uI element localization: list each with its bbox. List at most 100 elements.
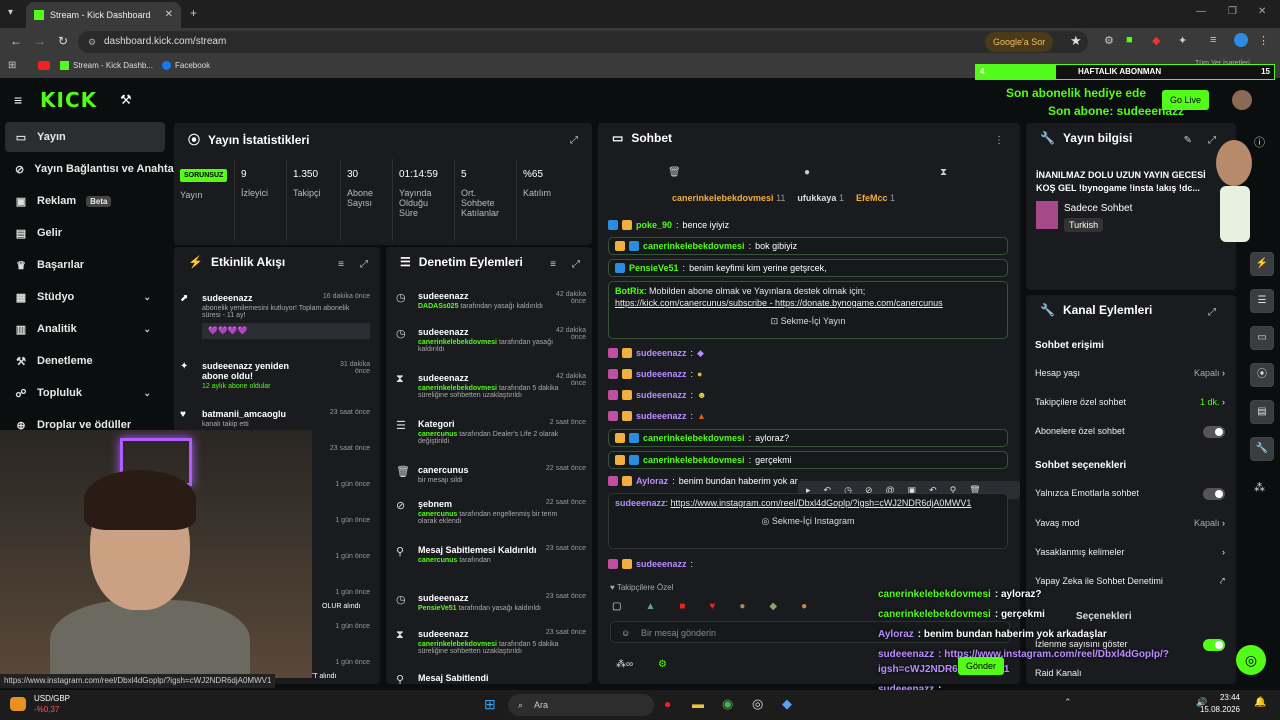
embed-stream-button[interactable]: ⊡ Sekme-İçi Yayın xyxy=(615,316,1001,327)
apps-grid-icon[interactable]: ⊞ xyxy=(8,60,16,71)
chat-bubble-icon[interactable]: ● xyxy=(804,167,810,178)
chat-message[interactable]: sudeeenazz: ◆ xyxy=(608,344,704,362)
taskbar-app-icon[interactable]: ● xyxy=(664,697,671,711)
emote-icon[interactable]: ■ xyxy=(679,601,685,612)
trash-icon[interactable]: 🗑 xyxy=(668,167,681,178)
hamburger-menu-icon[interactable]: ≡ xyxy=(14,92,22,108)
chat-username[interactable]: sudeeenazz xyxy=(636,411,687,421)
kick-logo[interactable]: KICK xyxy=(40,88,97,112)
reading-list-icon[interactable]: ≡ xyxy=(1210,34,1216,46)
chat-message[interactable]: sudeeenazz: ☻ xyxy=(608,386,707,404)
chat-username[interactable]: Ayloraz xyxy=(636,476,668,486)
close-tab-icon[interactable]: ✕ xyxy=(165,9,173,20)
filter-icon[interactable]: ≡ xyxy=(338,259,344,270)
emote-icon[interactable]: ♥ xyxy=(709,601,715,612)
emote-icon[interactable]: ● xyxy=(739,601,745,612)
browser-tab[interactable]: Stream - Kick Dashboard ✕ xyxy=(26,2,181,28)
expand-icon[interactable]: ⤢ xyxy=(1208,307,1216,318)
extensions-puzzle-icon[interactable]: ✦ xyxy=(1178,34,1187,47)
sidebar-item-yayin[interactable]: ▭ Yayın xyxy=(5,122,165,152)
emote-only-toggle[interactable] xyxy=(1203,488,1225,500)
chat-username[interactable]: canerinkelebekdovmesi xyxy=(643,455,745,465)
rail-users-icon[interactable]: ⁂ xyxy=(1254,481,1265,494)
bookmark-facebook[interactable]: Facebook xyxy=(162,61,210,70)
sidebar-item-studyo[interactable]: ▦ Stüdyo ⌄ xyxy=(5,282,165,312)
extension-icon[interactable]: ⚙ xyxy=(1104,34,1114,47)
extension-kick-icon[interactable]: ■ xyxy=(1126,34,1133,46)
chat-message[interactable]: poke_90: bence iyiyiz xyxy=(608,216,729,234)
chat-username[interactable]: poke_90 xyxy=(636,220,672,230)
chat-username[interactable]: PensieVe51 xyxy=(629,263,679,273)
reload-icon[interactable]: ↻ xyxy=(58,34,68,48)
rail-layout-icon[interactable]: ▤ xyxy=(1250,400,1274,424)
taskbar-search[interactable]: ⌕ Ara xyxy=(508,694,654,716)
moderation-actor[interactable]: DADASs025 xyxy=(418,303,458,310)
top-chatter[interactable]: EfeMcc 1 xyxy=(856,193,895,203)
category-name[interactable]: Sadece Sohbet xyxy=(1064,203,1132,214)
rail-chat-icon[interactable]: ▭ xyxy=(1250,326,1274,350)
chat-message[interactable]: sudeeenazz: xyxy=(608,555,693,573)
moderation-actor[interactable]: canercunus xyxy=(418,431,457,438)
moderation-actor[interactable]: PensieVe51 xyxy=(418,605,457,612)
go-live-button[interactable]: Go Live xyxy=(1162,90,1210,110)
top-chatter[interactable]: canerinkelebekdovmesi 11 xyxy=(672,193,785,203)
edit-icon[interactable]: ✎ xyxy=(1184,135,1192,146)
emote-icon[interactable]: ◆ xyxy=(769,601,777,612)
google-sor-button[interactable]: Google'a Sor xyxy=(985,32,1054,52)
file-explorer-icon[interactable]: ▬ xyxy=(692,697,704,711)
emoji-icon[interactable]: ☺ xyxy=(621,622,630,644)
banned-words-row[interactable]: Yasaklanmış kelimeler › xyxy=(1035,547,1225,557)
chat-username[interactable]: canerinkelebekdovmesi xyxy=(643,241,745,251)
chat-username[interactable]: sudeeenazz xyxy=(636,369,687,379)
taskbar-app2-icon[interactable]: ◆ xyxy=(782,696,792,712)
minimize-icon[interactable]: — xyxy=(1196,6,1206,17)
sidebar-item-topluluk[interactable]: ☍ Topluluk ⌄ xyxy=(5,378,165,408)
expand-icon[interactable]: ⤢ xyxy=(570,135,578,146)
window-close-icon[interactable]: ✕ xyxy=(1258,6,1266,17)
slow-mode-row[interactable]: Yavaş mod Kapalı › xyxy=(1035,518,1225,528)
chat-username[interactable]: sudeeenazz xyxy=(636,348,687,358)
pinned-bot-message[interactable]: BotRix: Mobilden abone olmak ve Yayınlar… xyxy=(608,281,1008,339)
chat-links[interactable]: https://kick.com/canercunus/subscribe - … xyxy=(615,298,1001,308)
obs-icon[interactable]: ◎ xyxy=(752,696,763,712)
emote-icon[interactable]: ● xyxy=(801,601,807,612)
chat-link[interactable]: https://www.instagram.com/reel/Dbxl4dGop… xyxy=(671,498,972,508)
weather-icon[interactable] xyxy=(10,697,26,711)
instagram-message[interactable]: sudeeenazz: https://www.instagram.com/re… xyxy=(608,493,1008,549)
notification-icon[interactable]: 🔔 xyxy=(1254,697,1266,708)
filter-icon[interactable]: ≡ xyxy=(550,259,556,270)
info-icon[interactable]: ⓘ xyxy=(1254,134,1265,150)
chat-message[interactable]: canerinkelebekdovmesi: gerçekmi xyxy=(608,451,1008,469)
sidebar-item-denetleme[interactable]: ⚒ Denetleme xyxy=(5,346,165,376)
rail-list-icon[interactable]: ☰ xyxy=(1250,289,1274,313)
followers-only-row[interactable]: Takipçilere özel sohbet 1 dk. › xyxy=(1035,397,1225,407)
chat-username[interactable]: sudeeenazz xyxy=(636,559,687,569)
emote-icon[interactable]: ▢ xyxy=(612,601,621,612)
account-age-row[interactable]: Hesap yaşı Kapalı › xyxy=(1035,368,1225,378)
user-avatar[interactable] xyxy=(1232,90,1252,110)
moderation-actor[interactable]: canercunus xyxy=(418,511,457,518)
chat-message[interactable]: PensieVe51: benim keyfimi kim yerine getş… xyxy=(608,259,1008,277)
sidebar-item-reklam[interactable]: ▣ Reklam Beta xyxy=(5,186,165,216)
chat-username[interactable]: sudeeenazz xyxy=(636,390,687,400)
maximize-icon[interactable]: ❐ xyxy=(1228,6,1237,17)
subs-only-toggle[interactable] xyxy=(1203,426,1225,438)
moderation-actor[interactable]: canercunus xyxy=(418,557,457,564)
bookmark-star-icon[interactable]: ★ xyxy=(1070,33,1082,49)
emote-icon[interactable]: ▲ xyxy=(645,601,655,612)
chat-message[interactable]: sudeeenazz: ● xyxy=(608,365,702,383)
embed-instagram-button[interactable]: ◎ Sekme-İçi Instagram xyxy=(615,516,1001,527)
address-bar[interactable]: ⚙ dashboard.kick.com/stream xyxy=(78,31,1088,53)
browser-menu-icon[interactable]: ⋮ xyxy=(1258,34,1269,47)
rail-lightning-icon[interactable]: ⚡ xyxy=(1250,252,1274,276)
sidebar-item-basarilar[interactable]: ♛ Başarılar xyxy=(5,250,165,280)
chat-message[interactable]: canerinkelebekdovmesi: ayloraz? xyxy=(608,429,1008,447)
expand-icon[interactable]: ⤢ xyxy=(360,259,368,270)
windows-start-icon[interactable]: ⊞ xyxy=(484,696,496,713)
back-icon[interactable]: ← xyxy=(10,34,22,48)
bookmark-kick[interactable]: Stream - Kick Dashb... xyxy=(60,61,153,70)
youtube-icon[interactable] xyxy=(38,61,50,70)
rail-wrench-icon[interactable]: 🔧 xyxy=(1250,437,1274,461)
tab-list-icon[interactable]: ▾ xyxy=(8,7,13,18)
extension-red-icon[interactable]: ◆ xyxy=(1152,34,1160,47)
